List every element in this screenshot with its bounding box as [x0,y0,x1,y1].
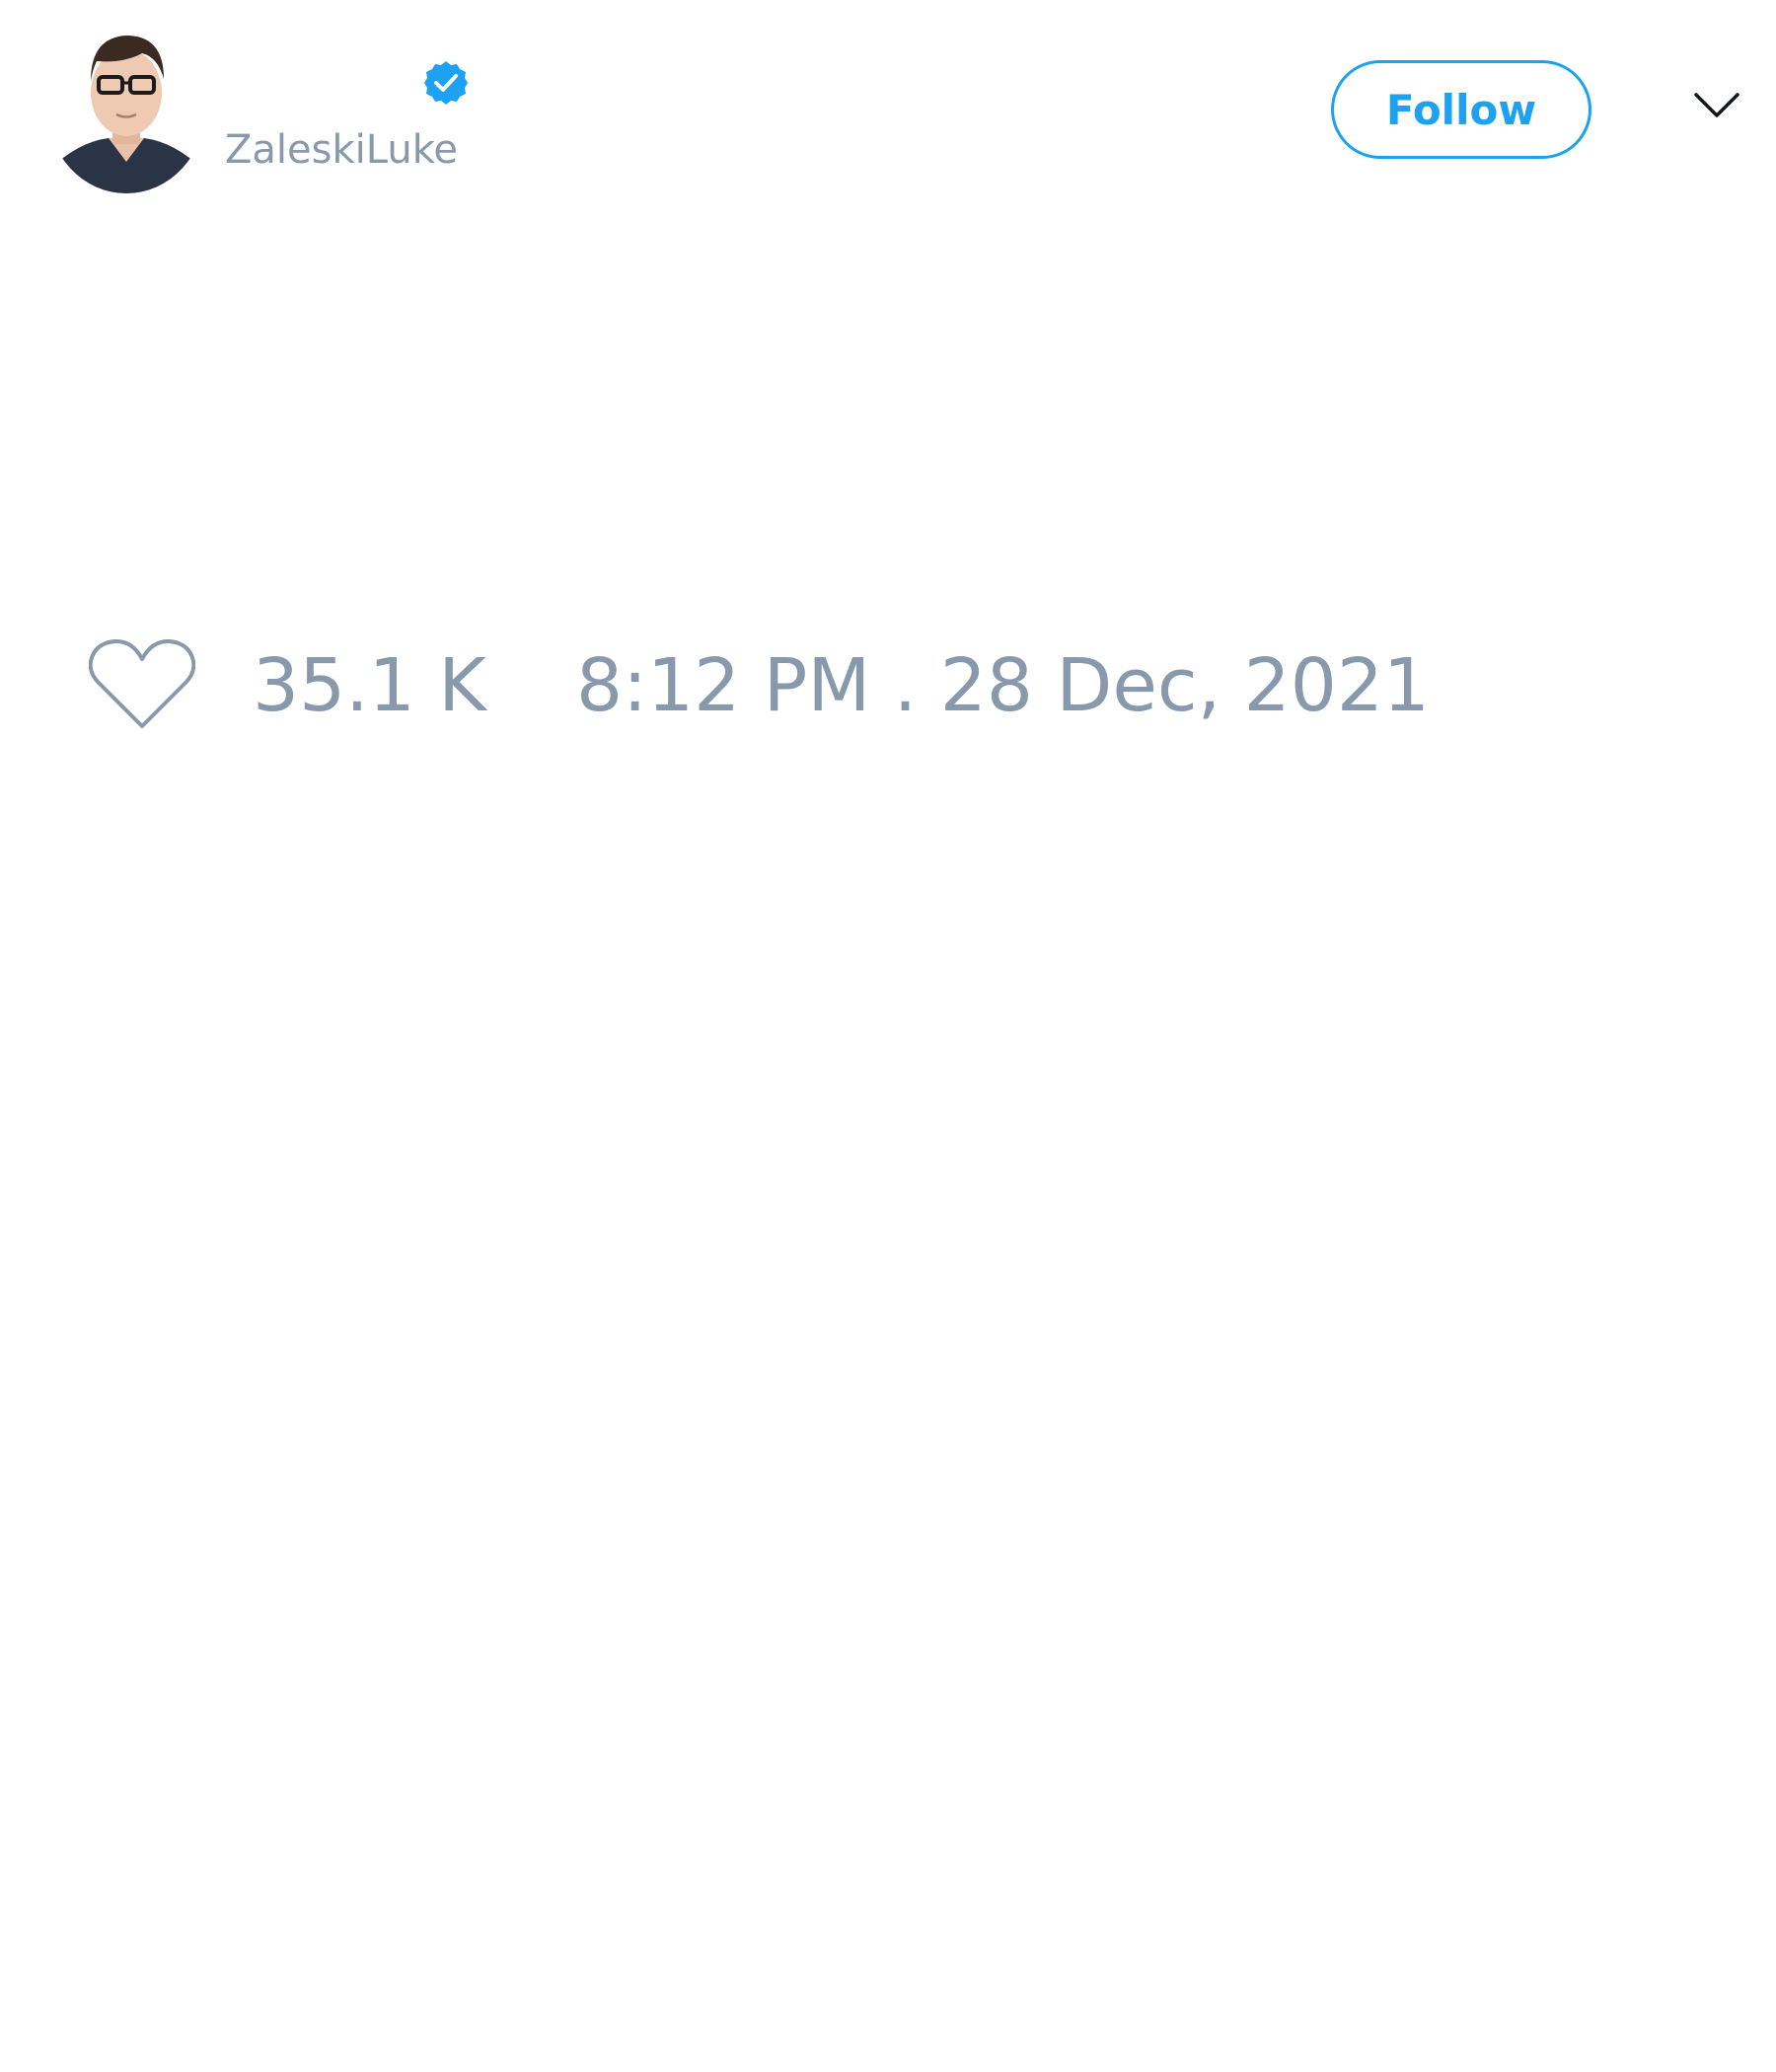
tweet-timestamp[interactable]: 8:12 PM . 28 Dec, 2021 [576,641,1430,730]
avatar[interactable] [47,24,205,193]
tweet-footer: 35.1 K 8:12 PM . 28 Dec, 2021 [0,631,1776,740]
heart-outline-icon[interactable] [89,637,195,732]
author-name-row [225,55,470,111]
verified-badge-icon [424,61,468,105]
author-handle[interactable]: ZaleskiLuke [225,126,458,174]
avatar-portrait-image [47,24,205,193]
chevron-down-icon[interactable] [1693,91,1740,120]
like-count: 35.1 K [253,643,486,728]
tweet-header: ZaleskiLuke Follow [0,0,1776,217]
follow-button[interactable]: Follow [1331,60,1591,159]
